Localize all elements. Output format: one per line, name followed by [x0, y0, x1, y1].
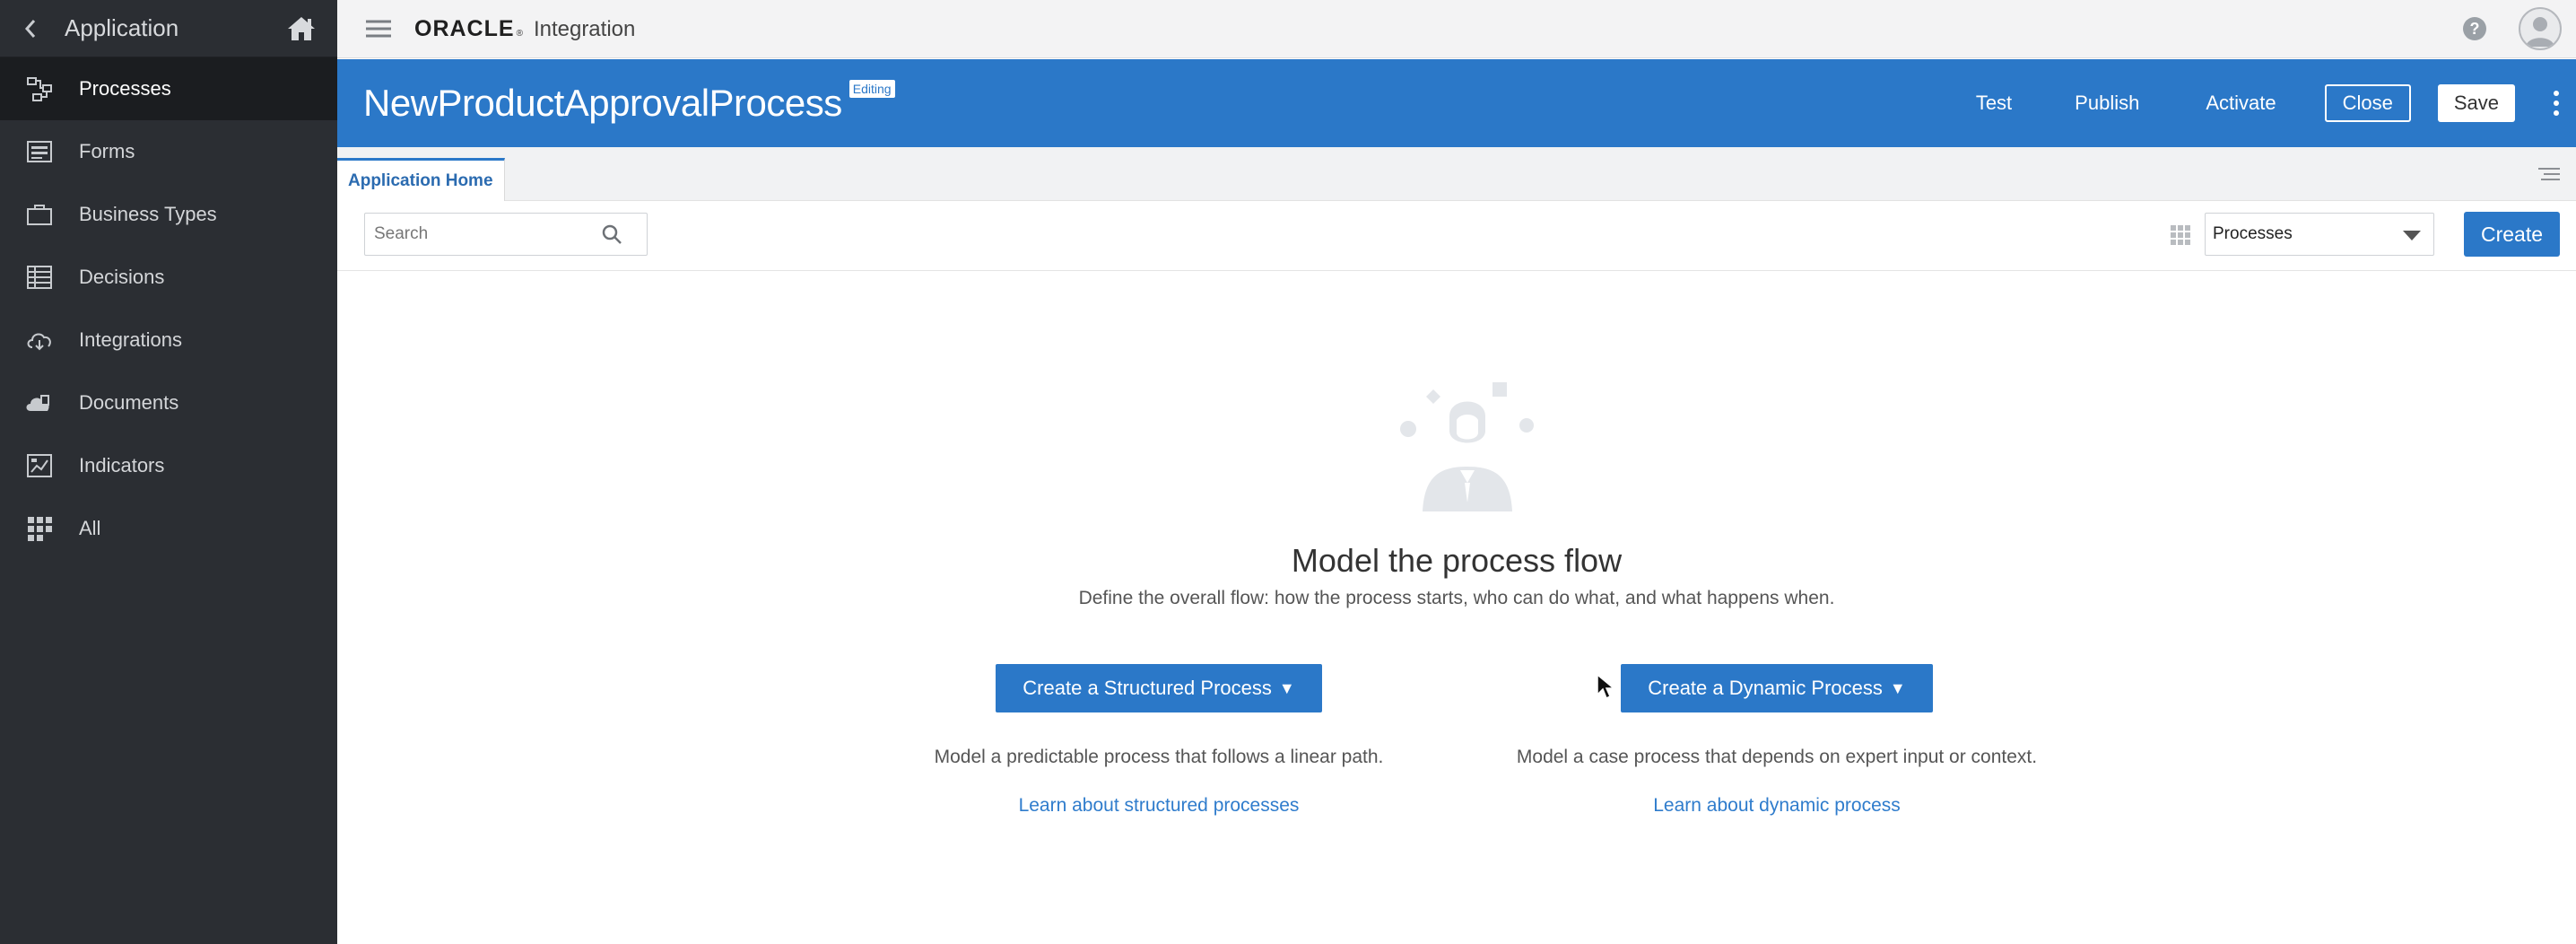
sidebar-item-integrations[interactable]: Integrations [0, 309, 337, 371]
sidebar: Application Processes Forms Business Typ… [0, 0, 337, 944]
sidebar-item-indicators[interactable]: Indicators [0, 434, 337, 497]
page-title: NewProductApprovalProcess [363, 82, 842, 124]
sidebar-item-business-types[interactable]: Business Types [0, 183, 337, 246]
chevron-down-icon [2403, 231, 2421, 240]
search-box [364, 213, 648, 256]
artifact-type-select[interactable]: Processes [2205, 213, 2434, 256]
more-options-icon[interactable] [2547, 83, 2565, 123]
cloud-icon [23, 324, 56, 356]
button-label: Create a Dynamic Process [1648, 677, 1883, 699]
editing-badge: Editing [849, 80, 895, 98]
briefcase-icon [23, 198, 56, 231]
search-input[interactable] [365, 224, 598, 244]
sidebar-item-label: Integrations [79, 328, 182, 351]
toolbar: Processes Create [337, 201, 2576, 271]
header-actions: Test Publish Activate Close Save [1976, 59, 2576, 147]
search-icon[interactable] [598, 221, 625, 248]
sidebar-item-documents[interactable]: Documents [0, 371, 337, 434]
publish-button[interactable]: Publish [2075, 92, 2139, 115]
back-chevron-icon[interactable] [16, 14, 45, 43]
structured-process-column: Create a Structured Process ▼ Model a pr… [845, 664, 1473, 817]
process-person-illustration [1396, 377, 1539, 511]
sidebar-title: Application [65, 14, 179, 41]
hamburger-menu-icon[interactable] [361, 11, 396, 47]
sidebar-item-forms[interactable]: Forms [0, 120, 337, 183]
sidebar-item-label: Processes [79, 77, 171, 100]
activate-button[interactable]: Activate [2206, 92, 2276, 115]
tab-application-home[interactable]: Application Home [337, 158, 505, 201]
save-button[interactable]: Save [2437, 84, 2515, 122]
dynamic-process-column: Create a Dynamic Process ▼ Model a case … [1463, 664, 2091, 817]
create-structured-process-button[interactable]: Create a Structured Process ▼ [996, 664, 1322, 712]
application-header: NewProductApprovalProcess Editing Test P… [337, 59, 2576, 147]
empty-state-subtitle: Define the overall flow: how the process… [1078, 588, 1835, 608]
indicators-icon [23, 450, 56, 482]
learn-structured-link[interactable]: Learn about structured processes [845, 795, 1473, 817]
close-button[interactable]: Close [2324, 84, 2411, 122]
sidebar-item-label: Decisions [79, 266, 165, 288]
brand-wordmark: ORACLE [414, 15, 515, 41]
help-icon[interactable]: ? [2463, 17, 2486, 40]
product-name: Integration [533, 16, 636, 41]
top-right-tools: ? [2463, 7, 2562, 50]
table-icon [23, 261, 56, 293]
dropdown-arrow-icon: ▼ [1278, 678, 1295, 697]
grid-view-icon[interactable] [2170, 224, 2191, 246]
sidebar-item-label: Indicators [79, 454, 165, 476]
main-content: Model the process flow Define the overal… [337, 271, 2576, 944]
documents-icon [23, 387, 56, 419]
empty-state-title: Model the process flow [1291, 542, 1623, 579]
registered-mark: ® [516, 28, 523, 39]
button-label: Create a Structured Process [1023, 677, 1272, 699]
sidebar-item-label: Business Types [79, 203, 217, 225]
mouse-pointer-icon [1596, 673, 1616, 700]
structured-description: Model a predictable process that follows… [934, 747, 1384, 767]
sidebar-header: Application [0, 0, 337, 57]
create-button[interactable]: Create [2464, 212, 2560, 257]
select-value: Processes [2213, 224, 2293, 243]
create-dynamic-process-button[interactable]: Create a Dynamic Process ▼ [1621, 664, 1933, 712]
test-button[interactable]: Test [1976, 92, 2012, 115]
process-icon [23, 73, 56, 105]
user-avatar-icon[interactable] [2519, 7, 2562, 50]
sidebar-item-label: Documents [79, 391, 179, 414]
oracle-logo: ORACLE ® Integration [414, 16, 635, 42]
tab-bar: Application Home [337, 147, 2576, 201]
top-bar: ORACLE ® Integration ? [337, 0, 2576, 58]
forms-icon [23, 135, 56, 168]
grid-icon [23, 512, 56, 545]
dropdown-arrow-icon: ▼ [1889, 678, 1906, 697]
home-icon[interactable] [283, 11, 319, 47]
sidebar-item-label: All [79, 517, 101, 539]
tab-list-menu-icon[interactable] [2538, 163, 2560, 185]
sidebar-nav: Processes Forms Business Types Decisions… [0, 57, 337, 560]
dynamic-description: Model a case process that depends on exp… [1516, 747, 2038, 767]
sidebar-item-decisions[interactable]: Decisions [0, 246, 337, 309]
learn-dynamic-link[interactable]: Learn about dynamic process [1463, 795, 2091, 817]
sidebar-item-label: Forms [79, 140, 135, 162]
sidebar-item-processes[interactable]: Processes [0, 57, 337, 120]
sidebar-item-all[interactable]: All [0, 497, 337, 560]
